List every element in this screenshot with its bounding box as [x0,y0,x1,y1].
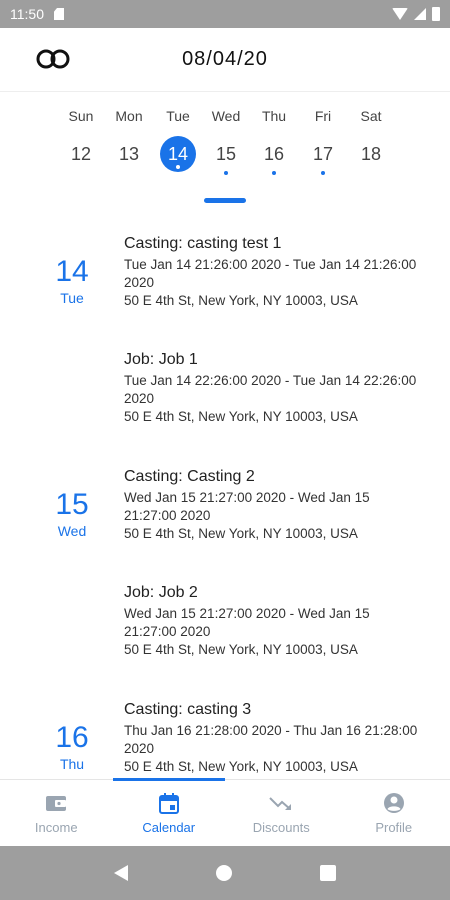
battery-icon [432,7,440,21]
event-address: 50 E 4th St, New York, NY 10003, USA [124,642,358,657]
event-list[interactable]: 14 Tue Casting: casting test 1 Tue Jan 1… [0,222,450,779]
event-address: 50 E 4th St, New York, NY 10003, USA [124,526,358,541]
event-date-day: Tue [60,290,84,306]
event-item[interactable]: 15 Wed Casting: Casting 2 Wed Jan 15 21:… [0,455,450,571]
recent-apps-icon[interactable] [320,865,336,881]
nav-item-income[interactable]: Income [0,780,113,846]
day-name: Fri [314,108,332,124]
day-name: Sat [360,108,382,124]
day-name: Mon [115,108,143,124]
week-strip: Sun 12 Mon 13 Tue 14 Wed 15 Thu 16 Fri 1… [0,106,450,216]
event-dot [321,171,325,175]
event-time-range: Tue Jan 14 21:26:00 2020 - Tue Jan 14 21… [124,257,417,290]
nav-label: Profile [375,820,413,835]
event-title: Job: Job 2 [124,584,198,601]
day-name: Thu [261,108,287,124]
event-date-label: 16 Thu [42,721,102,773]
day-number: 12 [70,143,92,164]
event-address: 50 E 4th St, New York, NY 10003, USA [124,293,358,308]
nav-item-profile[interactable]: Profile [338,780,450,846]
event-date-number: 16 [55,721,89,754]
event-body: Casting: casting test 1 Tue Jan 14 21:26… [124,234,424,310]
wallet-icon [44,792,68,814]
event-address: 50 E 4th St, New York, NY 10003, USA [124,409,358,424]
nav-item-calendar[interactable]: Calendar [112,778,225,846]
event-title: Job: Job 1 [124,351,198,368]
event-date-day: Wed [57,523,87,539]
day-sun[interactable]: Sun 12 [56,106,106,172]
day-fri[interactable]: Fri 17 [298,106,348,175]
event-item[interactable]: Job: Job 1 Tue Jan 14 22:26:00 2020 - Tu… [0,338,450,454]
event-item[interactable]: 16 Thu Casting: casting 3 Thu Jan 16 21:… [0,688,450,779]
event-dot [176,165,180,169]
day-wed[interactable]: Wed 15 [201,106,251,175]
account-circle-icon [382,792,406,814]
back-icon[interactable] [114,865,128,881]
bottom-nav: Income Calendar Discounts Profile [0,778,450,846]
signal-icon [414,8,426,20]
nav-label: Calendar [142,820,196,835]
day-number: 18 [360,143,382,164]
system-nav-bar [0,846,450,900]
event-time-range: Thu Jan 16 21:28:00 2020 - Thu Jan 16 21… [124,723,418,756]
header-date-title[interactable]: 08/04/20 [182,48,268,71]
active-tab-indicator [112,778,225,781]
sd-card-icon [54,8,64,20]
event-date-number: 14 [55,255,89,288]
day-number: 15 [215,143,237,164]
event-body: Casting: casting 3 Thu Jan 16 21:28:00 2… [124,700,424,776]
event-body: Casting: Casting 2 Wed Jan 15 21:27:00 2… [124,467,424,543]
week-drag-handle[interactable] [204,198,246,203]
wifi-icon [392,8,408,20]
day-name: Wed [211,108,241,124]
home-icon[interactable] [216,865,232,881]
event-date-label: 14 Tue [42,255,102,307]
day-number: 17 [312,143,334,164]
event-title: Casting: Casting 2 [124,468,255,485]
event-date-day: Thu [59,756,85,772]
event-body: Job: Job 2 Wed Jan 15 21:27:00 2020 - We… [124,583,424,659]
event-time-range: Tue Jan 14 22:26:00 2020 - Tue Jan 14 22… [124,373,417,406]
status-bar: 11:50 [0,0,450,28]
app-logo-icon[interactable] [34,48,72,70]
day-number: 13 [118,143,140,164]
day-name: Sun [68,108,94,124]
day-mon[interactable]: Mon 13 [104,106,154,172]
status-icons [392,7,440,21]
event-title: Casting: casting 3 [124,701,252,718]
status-time: 11:50 [10,6,44,22]
day-number: 16 [263,143,285,164]
day-name: Tue [166,108,190,124]
trending-down-icon [269,792,293,814]
nav-item-discounts[interactable]: Discounts [225,780,338,846]
calendar-icon [157,792,181,814]
event-body: Job: Job 1 Tue Jan 14 22:26:00 2020 - Tu… [124,350,424,426]
event-address: 50 E 4th St, New York, NY 10003, USA [124,759,358,774]
event-dot [224,171,228,175]
nav-label: Income [34,820,78,835]
event-date-number: 15 [55,488,89,521]
nav-label: Discounts [252,820,310,835]
day-thu[interactable]: Thu 16 [249,106,299,175]
app-header: 08/04/20 [0,28,450,92]
event-date-label: 15 Wed [42,488,102,540]
day-number: 14 [167,143,189,164]
event-dot [272,171,276,175]
day-tue-selected[interactable]: Tue 14 [153,106,203,172]
day-sat[interactable]: Sat 18 [346,106,396,172]
event-time-range: Wed Jan 15 21:27:00 2020 - Wed Jan 15 21… [124,606,370,639]
event-item[interactable]: Job: Job 2 Wed Jan 15 21:27:00 2020 - We… [0,571,450,687]
event-time-range: Wed Jan 15 21:27:00 2020 - Wed Jan 15 21… [124,490,370,523]
event-title: Casting: casting test 1 [124,235,282,252]
event-item[interactable]: 14 Tue Casting: casting test 1 Tue Jan 1… [0,222,450,338]
